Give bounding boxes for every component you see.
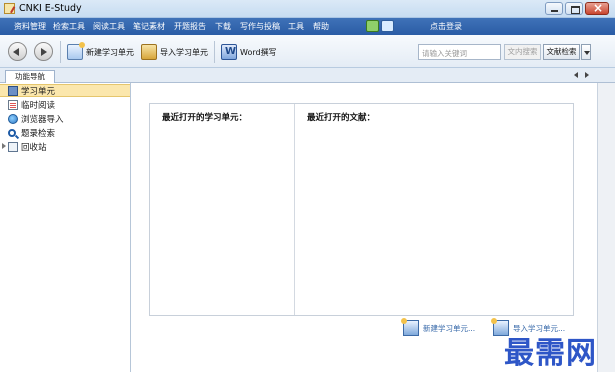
search-icon bbox=[8, 128, 16, 137]
chevron-down-icon[interactable] bbox=[581, 44, 591, 60]
menu-data-management[interactable]: 资料管理 bbox=[14, 21, 46, 32]
scroll-right-icon[interactable] bbox=[585, 72, 589, 78]
back-button[interactable] bbox=[8, 42, 27, 61]
word-write-label: Word撰写 bbox=[240, 47, 277, 57]
sidebar-item-study-units[interactable]: 学习单元 bbox=[0, 84, 130, 97]
new-unit-button[interactable]: 新建学习单元 bbox=[67, 42, 134, 61]
close-button[interactable] bbox=[585, 1, 609, 15]
menu-help[interactable]: 帮助 bbox=[313, 21, 329, 32]
menu-tools[interactable]: 工具 bbox=[288, 21, 304, 32]
recycle-bin-icon bbox=[8, 141, 18, 152]
import-unit-button[interactable]: 导入学习单元 bbox=[141, 43, 208, 61]
menu-reading-tools[interactable]: 阅读工具 bbox=[93, 21, 125, 32]
menu-bar: 资料管理 检索工具 阅读工具 笔记素材 开题报告 下载 写作与投稿 工具 帮助 … bbox=[0, 18, 615, 35]
vertical-scrollbar[interactable] bbox=[597, 83, 615, 372]
literature-search-button[interactable]: 文献检索 bbox=[543, 44, 580, 60]
window-title: CNKI E-Study bbox=[19, 3, 82, 14]
watermark: 最需网 bbox=[504, 336, 597, 371]
sidebar-item-label: 浏览器导入 bbox=[21, 114, 64, 125]
recent-docs-heading: 最近打开的文献： bbox=[307, 113, 376, 123]
forward-button[interactable] bbox=[34, 42, 53, 61]
sidebar-item-record-search[interactable]: 题录检索 bbox=[8, 126, 55, 139]
study-unit-icon bbox=[8, 85, 18, 96]
sidebar-item-label: 题录检索 bbox=[21, 128, 56, 139]
sidebar: 学习单元 临时阅读 浏览器导入 题录检索 回收站 bbox=[0, 83, 131, 372]
document-icon bbox=[8, 99, 18, 110]
recent-units-heading: 最近打开的学习单元： bbox=[162, 113, 248, 123]
sidebar-item-recycle-bin[interactable]: 回收站 bbox=[8, 140, 47, 153]
title-bar: CNKI E-Study bbox=[0, 0, 615, 18]
word-icon bbox=[221, 44, 237, 60]
menu-proposal[interactable]: 开题报告 bbox=[174, 21, 206, 32]
menu-download[interactable]: 下载 bbox=[215, 21, 231, 32]
new-unit-link[interactable]: 新建学习单元... bbox=[401, 318, 476, 336]
sidebar-item-label: 学习单元 bbox=[21, 86, 56, 97]
window-controls bbox=[545, 1, 609, 15]
new-unit-icon bbox=[401, 318, 419, 336]
toolbar-separator bbox=[214, 41, 215, 63]
login-link[interactable]: 点击登录 bbox=[430, 21, 462, 32]
new-unit-label: 新建学习单元 bbox=[86, 47, 134, 57]
import-unit-label: 导入学习单元 bbox=[160, 47, 208, 57]
in-text-search-button[interactable]: 文内搜索 bbox=[504, 44, 541, 60]
minimize-button[interactable] bbox=[545, 2, 563, 15]
layout-icon[interactable] bbox=[366, 20, 379, 32]
menu-notes[interactable]: 笔记素材 bbox=[133, 21, 165, 32]
sidebar-item-label: 回收站 bbox=[21, 142, 47, 153]
expand-arrow-icon[interactable] bbox=[2, 143, 6, 149]
sidebar-item-label: 临时阅读 bbox=[21, 100, 56, 111]
new-unit-link-label: 新建学习单元... bbox=[423, 323, 476, 333]
recent-panel: 最近打开的学习单元： 最近打开的文献： bbox=[149, 103, 574, 316]
globe-icon bbox=[8, 113, 18, 124]
menu-search-tools[interactable]: 检索工具 bbox=[53, 21, 85, 32]
toolbar-separator bbox=[60, 41, 61, 63]
book-icon[interactable] bbox=[381, 20, 394, 32]
import-unit-icon bbox=[141, 44, 157, 60]
new-unit-icon bbox=[67, 42, 85, 60]
tab-function-nav[interactable]: 功能导航 bbox=[5, 70, 55, 83]
tab-strip: 功能导航 bbox=[0, 68, 615, 83]
menu-writing[interactable]: 写作与投稿 bbox=[240, 21, 280, 32]
word-write-button[interactable]: Word撰写 bbox=[221, 43, 277, 61]
sidebar-item-browser-import[interactable]: 浏览器导入 bbox=[8, 112, 64, 125]
panel-divider bbox=[294, 104, 295, 315]
sidebar-item-temp-reading[interactable]: 临时阅读 bbox=[8, 98, 55, 111]
keyword-search-input[interactable]: 请输入关键词 bbox=[418, 44, 501, 60]
app-icon bbox=[4, 3, 15, 14]
toolbar: 新建学习单元 导入学习单元 Word撰写 请输入关键词 文内搜索 文献检索 bbox=[0, 35, 615, 68]
maximize-button[interactable] bbox=[565, 2, 583, 15]
scroll-left-icon[interactable] bbox=[574, 72, 578, 78]
